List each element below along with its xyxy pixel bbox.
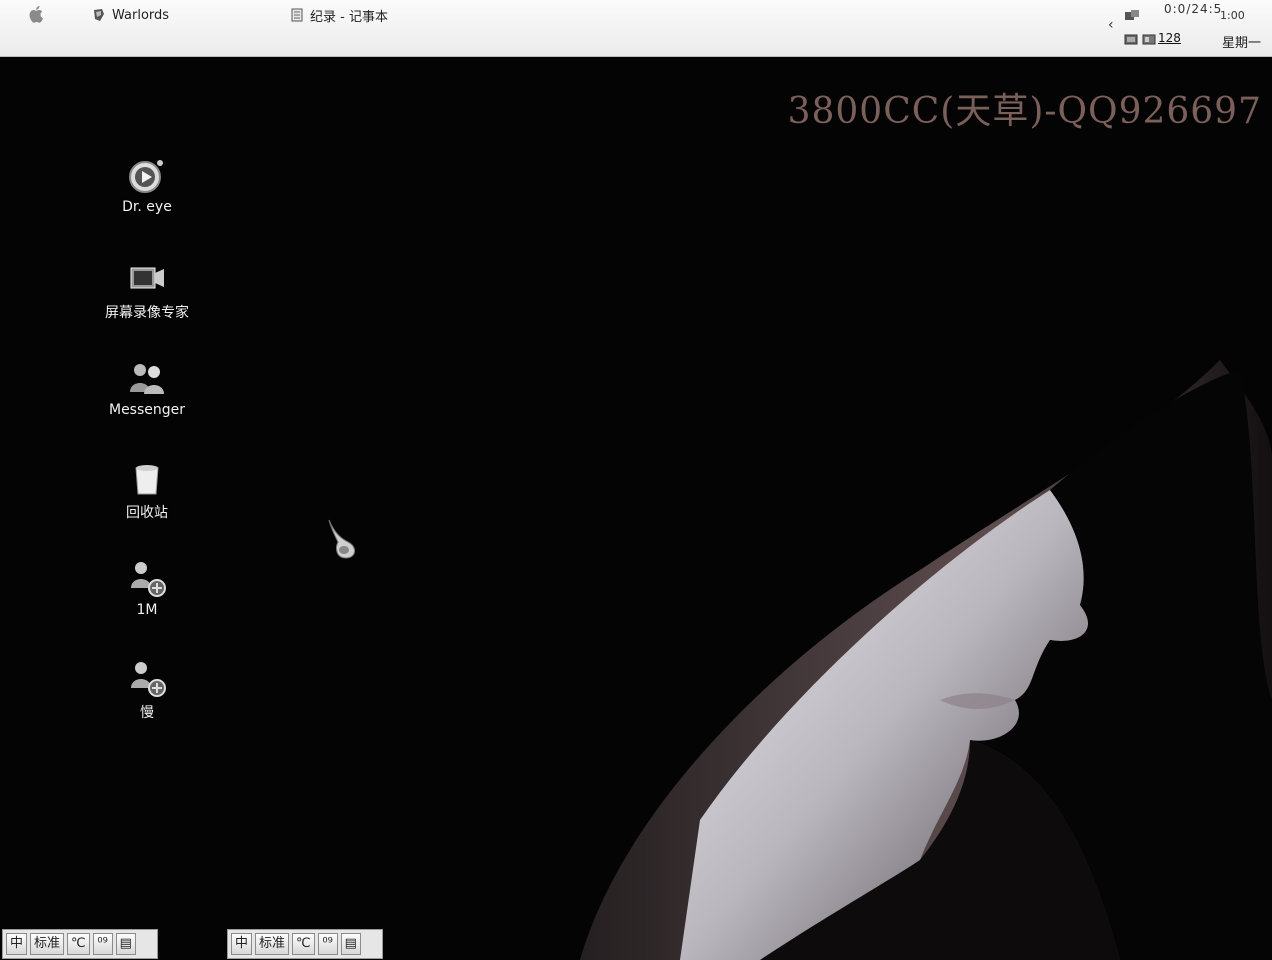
messenger-people-icon (130, 364, 164, 394)
ime-status-bar: 中 标准 ℃ ⁰⁹ ▤ (227, 929, 383, 959)
ime-language-toggle[interactable]: 中 (6, 933, 28, 955)
chevron-left-icon[interactable]: ‹ (1108, 17, 1114, 33)
desktop-icon-messenger[interactable]: Messenger (97, 358, 197, 418)
hooded-figure-wallpaper (580, 360, 1272, 960)
ime-punctuation-toggle[interactable]: ℃ (292, 933, 315, 955)
ime-language-toggle[interactable]: 中 (231, 933, 253, 955)
notepad-icon (291, 8, 303, 22)
top-menu-bar: Warlords 纪录 - 记事本 ‹ 0:0/24:5 1:00 128 星期… (0, 0, 1272, 57)
desktop-icon-label: Messenger (108, 402, 186, 418)
desktop-icon-recycle-bin[interactable]: 回收站 (97, 458, 197, 522)
ime-keyboard-toggle[interactable]: ▤ (340, 933, 361, 955)
clock-secondary: 1:00 (1220, 9, 1245, 22)
ime-punctuation-toggle[interactable]: ℃ (67, 933, 90, 955)
desktop-icon-label: 回收站 (126, 505, 168, 521)
desktop-icon-label: 屏幕录像专家 (105, 305, 189, 321)
ime-mode-standard[interactable]: 标准 (30, 933, 65, 955)
task-label: 纪录 - 记事本 (310, 9, 388, 25)
tray-badge[interactable]: 128 (1158, 31, 1181, 45)
desktop-icon-label: Dr. eye (122, 199, 172, 215)
network-people-icon (131, 662, 166, 697)
watermark-text: 3800CC(天草)-QQ926697 (787, 91, 1262, 132)
desktop-icon-dr-eye[interactable]: Dr. eye (97, 155, 197, 215)
connection-icon[interactable] (1124, 9, 1140, 23)
monitor-icon[interactable] (1124, 33, 1140, 47)
ime-mode-standard[interactable]: 标准 (255, 933, 290, 955)
network-people-icon (131, 562, 166, 597)
desktop-icon-label: 1M (136, 602, 158, 618)
task-notepad[interactable]: 纪录 - 记事本 (290, 5, 388, 25)
play-disc-icon (129, 160, 163, 193)
desktop-icon-slow[interactable]: 慢 (97, 658, 197, 722)
screen-recorder-icon (130, 267, 164, 289)
droplet-cursor-icon (328, 519, 355, 559)
task-warlords[interactable]: Warlords (92, 5, 169, 25)
desktop-icon-label: 慢 (140, 705, 154, 721)
clock-display[interactable]: 0:0/24:5 (1164, 2, 1222, 16)
ime-keyboard-toggle[interactable]: ▤ (115, 933, 136, 955)
weekday-label[interactable]: 星期一 (1222, 32, 1261, 51)
desktop-icon-screen-recorder[interactable]: 屏幕录像专家 (97, 258, 197, 322)
system-tray: ‹ 0:0/24:5 1:00 128 星期一 (1102, 0, 1272, 56)
task-label: Warlords (112, 7, 170, 23)
ime-width-toggle[interactable]: ⁰⁹ (317, 933, 338, 955)
network-icon[interactable] (1142, 33, 1158, 47)
game-window-icon (94, 9, 104, 21)
apple-logo-icon[interactable] (27, 4, 47, 24)
recycle-bin-icon (135, 465, 159, 495)
ime-width-toggle[interactable]: ⁰⁹ (92, 933, 113, 955)
ime-status-bar: 中 标准 ℃ ⁰⁹ ▤ (2, 929, 158, 959)
desktop-icon-1m[interactable]: 1M (97, 558, 197, 618)
